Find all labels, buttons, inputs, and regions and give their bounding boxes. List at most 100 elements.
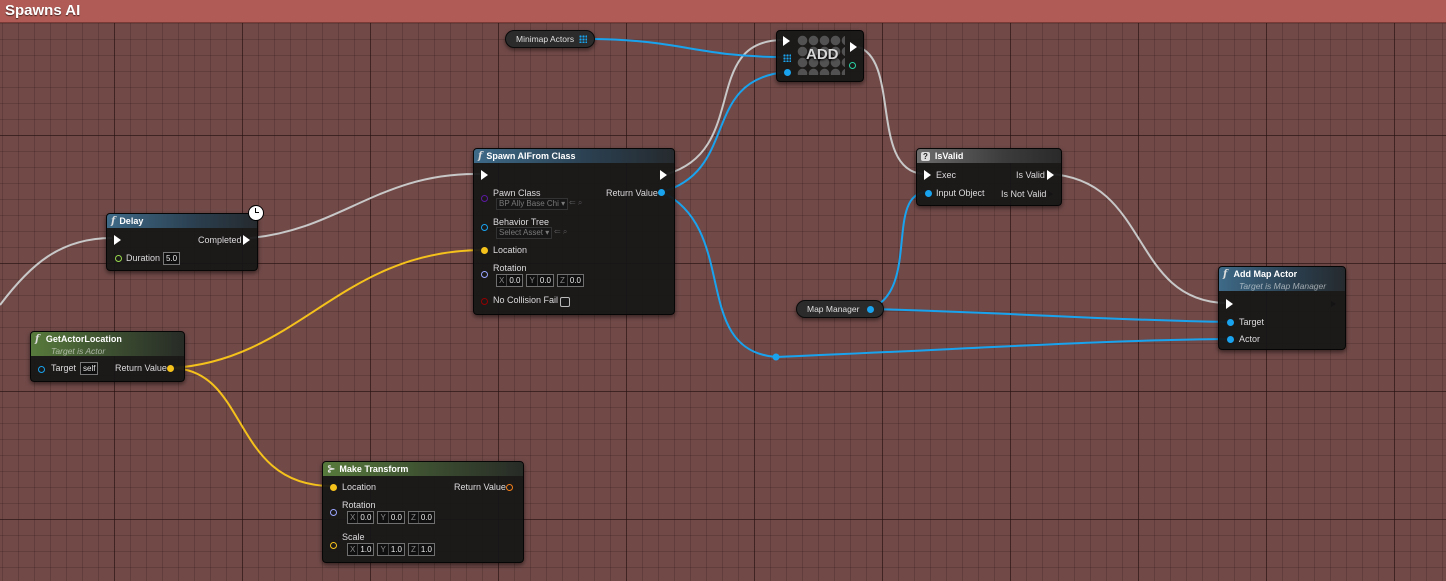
array-in-pin-icon[interactable] bbox=[783, 54, 791, 62]
rotation-z-field[interactable]: Z 0.0 bbox=[407, 511, 435, 524]
is-valid-label: Is Valid bbox=[1016, 170, 1045, 180]
map-manager-node[interactable]: Map Manager bbox=[796, 300, 884, 318]
object-wire-mapmanager-target bbox=[869, 308, 1229, 323]
isvalid-title: IsValid bbox=[934, 151, 964, 161]
completed-exec-pin[interactable] bbox=[243, 235, 250, 245]
rotation-z-field[interactable]: Z 0.0 bbox=[556, 274, 584, 287]
exec-wire-in-delay bbox=[0, 237, 113, 306]
function-icon: f bbox=[478, 150, 483, 162]
rotation-x-field[interactable]: X 0.0 bbox=[496, 274, 524, 287]
add-label: ADD bbox=[806, 46, 839, 63]
return-value-pin[interactable] bbox=[658, 189, 665, 196]
wire-reroute-knot[interactable] bbox=[772, 353, 780, 361]
add-map-actor-subtitle: Target is Map Manager bbox=[1239, 281, 1327, 291]
scale-pin[interactable] bbox=[330, 542, 337, 549]
spawn-ai-header: f Spawn AIFrom Class bbox=[474, 149, 674, 163]
actor-pin[interactable] bbox=[1227, 336, 1234, 343]
object-wire-spawn-add bbox=[661, 71, 787, 193]
rotation-label: Rotation bbox=[342, 500, 376, 510]
behavior-tree-label: Behavior Tree bbox=[493, 217, 550, 227]
delay-node[interactable]: f Delay Completed Duration 5.0 bbox=[106, 205, 264, 271]
exec-out-pin[interactable] bbox=[850, 42, 857, 52]
behavior-tree-dropdown[interactable]: Select Asset ▾ bbox=[496, 227, 553, 239]
rotation-y-field[interactable]: Y 0.0 bbox=[377, 511, 405, 524]
minimap-actors-node[interactable]: Minimap Actors bbox=[505, 30, 595, 48]
pawn-class-pin[interactable] bbox=[481, 195, 488, 202]
rotation-pin[interactable] bbox=[481, 271, 488, 278]
transform-icon: ⊱ bbox=[327, 463, 336, 475]
delay-header: f Delay bbox=[107, 214, 257, 228]
is-not-valid-label: Is Not Valid bbox=[1001, 189, 1047, 199]
function-icon: f bbox=[35, 334, 40, 345]
spawn-ai-node[interactable]: f Spawn AIFrom Class Pawn Class BP Ally … bbox=[473, 148, 675, 315]
minimap-actors-label: Minimap Actors bbox=[516, 34, 575, 44]
exec-out-pin[interactable] bbox=[1330, 299, 1337, 309]
no-collision-fail-pin[interactable] bbox=[481, 298, 488, 305]
location-label: Location bbox=[493, 245, 528, 255]
rotation-label: Rotation bbox=[493, 263, 527, 273]
location-label: Location bbox=[342, 482, 377, 492]
location-pin[interactable] bbox=[330, 484, 337, 491]
return-value-label: Return Value bbox=[606, 188, 658, 198]
array-add-node[interactable]: ADD bbox=[776, 30, 864, 82]
question-icon: ? bbox=[921, 151, 930, 161]
target-self-input[interactable]: self bbox=[80, 362, 99, 375]
target-label: Target bbox=[51, 363, 77, 373]
is-valid-exec-pin[interactable] bbox=[1047, 170, 1054, 180]
return-value-pin[interactable] bbox=[167, 365, 174, 372]
return-value-label: Return Value bbox=[115, 363, 167, 373]
target-pin[interactable] bbox=[1227, 319, 1234, 326]
exec-in-pin[interactable] bbox=[783, 36, 790, 46]
array-pin-icon[interactable] bbox=[579, 35, 587, 43]
scale-x-field[interactable]: X 1.0 bbox=[347, 543, 375, 556]
exec-in-pin[interactable] bbox=[114, 235, 121, 245]
get-actor-location-subtitle: Target is Actor bbox=[51, 346, 106, 356]
clock-icon bbox=[248, 205, 264, 221]
function-icon: f bbox=[1223, 269, 1228, 280]
object-wire-mapmanager-isvalid bbox=[869, 191, 927, 310]
map-manager-label: Map Manager bbox=[807, 304, 860, 314]
pawn-class-label: Pawn Class bbox=[493, 188, 541, 198]
duration-input[interactable]: 5.0 bbox=[163, 252, 181, 265]
isvalid-node[interactable]: ? IsValid Exec Input Object Is Valid Is … bbox=[916, 148, 1062, 206]
exec-label: Exec bbox=[936, 170, 957, 180]
target-pin[interactable] bbox=[38, 366, 45, 373]
browse-icon[interactable]: ⇐ ⌕ bbox=[569, 198, 582, 208]
actor-label: Actor bbox=[1239, 334, 1261, 344]
exec-out-pin[interactable] bbox=[660, 170, 667, 180]
item-in-pin[interactable] bbox=[784, 69, 791, 76]
exec-in-pin[interactable] bbox=[924, 170, 931, 180]
input-object-pin[interactable] bbox=[925, 190, 932, 197]
duration-pin[interactable] bbox=[115, 255, 122, 262]
object-wire-minimap-add bbox=[594, 38, 784, 58]
rotation-x-field[interactable]: X 0.0 bbox=[347, 511, 375, 524]
duration-label: Duration bbox=[126, 253, 161, 263]
index-out-pin[interactable] bbox=[849, 62, 856, 69]
exec-wire-spawn-add bbox=[666, 39, 784, 175]
make-transform-node[interactable]: ⊱ Make Transform Location Return Value R… bbox=[322, 461, 524, 563]
make-transform-header: ⊱ Make Transform bbox=[323, 462, 523, 476]
map-manager-out-pin[interactable] bbox=[867, 306, 874, 313]
scale-z-field[interactable]: Z 1.0 bbox=[407, 543, 435, 556]
add-map-actor-node[interactable]: f Add Map Actor Target is Map Manager Ta… bbox=[1218, 266, 1346, 350]
return-value-pin[interactable] bbox=[506, 484, 513, 491]
isvalid-header: ? IsValid bbox=[917, 149, 1061, 163]
pawn-class-dropdown[interactable]: BP Ally Base Chi ▾ bbox=[496, 198, 569, 210]
is-not-valid-exec-pin[interactable] bbox=[1047, 189, 1054, 199]
scale-y-field[interactable]: Y 1.0 bbox=[377, 543, 405, 556]
location-pin[interactable] bbox=[481, 247, 488, 254]
browse-icon[interactable]: ⇐ ⌕ bbox=[554, 227, 567, 237]
behavior-tree-pin[interactable] bbox=[481, 224, 488, 231]
rotation-fields: X 0.0 Y 0.0 Z 0.0 bbox=[496, 274, 584, 287]
get-actor-location-node[interactable]: f GetActorLocation Target is Actor Targe… bbox=[30, 331, 185, 382]
vector-wire-location-transform bbox=[171, 367, 333, 487]
exec-in-pin[interactable] bbox=[1226, 299, 1233, 309]
add-map-actor-title: Add Map Actor bbox=[1233, 269, 1298, 279]
make-transform-title: Make Transform bbox=[339, 464, 409, 474]
no-collision-fail-checkbox[interactable] bbox=[560, 297, 570, 307]
exec-in-pin[interactable] bbox=[481, 170, 488, 180]
rotation-y-field[interactable]: Y 0.0 bbox=[526, 274, 554, 287]
exec-wire-delay-spawn bbox=[249, 172, 481, 239]
completed-label: Completed bbox=[198, 235, 242, 245]
rotation-pin[interactable] bbox=[330, 509, 337, 516]
